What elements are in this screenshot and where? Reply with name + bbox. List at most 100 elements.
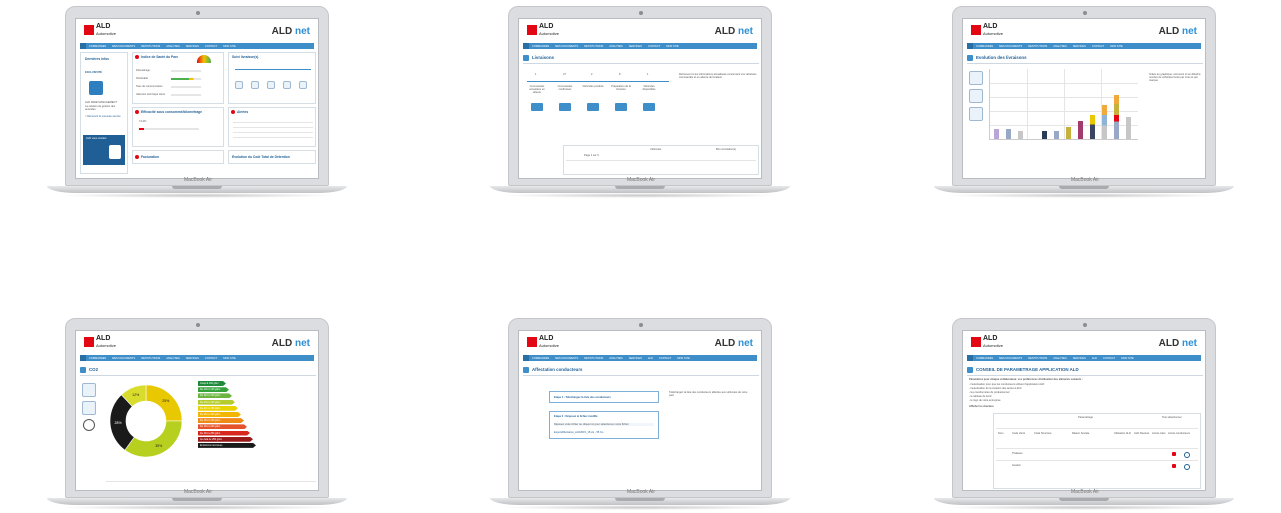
- nav-item[interactable]: ANALYSES: [1050, 43, 1070, 48]
- nav-item[interactable]: COMMANDES: [86, 355, 109, 360]
- nav-item[interactable]: MON SITE: [1118, 355, 1137, 360]
- nav-item[interactable]: COMMANDES: [973, 43, 996, 48]
- nav-item[interactable]: ANALYSES: [163, 355, 183, 360]
- laptop-notch: [1059, 186, 1109, 189]
- donut-hole: [127, 402, 165, 440]
- alert-icon: [135, 55, 139, 59]
- step-count: 1: [647, 73, 649, 76]
- delivery-title: Suivi livraison(s): [232, 55, 259, 59]
- nav-item[interactable]: COMMANDES: [529, 355, 552, 360]
- nav-item[interactable]: SERVICES: [626, 355, 645, 360]
- bar-chart-icon[interactable]: [82, 401, 96, 415]
- nav-item[interactable]: MON SITE: [663, 43, 682, 48]
- globe-icon[interactable]: [82, 383, 96, 397]
- step1-box[interactable]: Etape 1 : Téléchargez la liste des condu…: [549, 391, 659, 403]
- nav-item[interactable]: ANALYSES: [606, 43, 626, 48]
- nav-item[interactable]: MES DOCUMENTS: [996, 43, 1025, 48]
- nav-item[interactable]: MON SITE: [220, 43, 239, 48]
- nav-item[interactable]: SERVICES: [1070, 43, 1089, 48]
- laptop-lid: ALD Automotive ALD net COMMANDES MES DOC…: [508, 6, 772, 186]
- step-button[interactable]: [531, 103, 543, 111]
- chart-icon[interactable]: [969, 71, 983, 85]
- structure-checkbox-label[interactable]: Afficher la structure: [969, 405, 994, 408]
- table-side-label[interactable]: Tout sélectionner: [1162, 416, 1182, 419]
- main-nav: COMMANDES MES DOCUMENTS RESTITUTIONS ANA…: [967, 43, 1201, 49]
- device-label: MacBook Air: [1070, 489, 1100, 495]
- nav-item[interactable]: MES DOCUMENTS: [996, 355, 1025, 360]
- nav-item[interactable]: RESTITUTIONS: [1025, 355, 1050, 360]
- news-link[interactable]: > Découvrir le nouveau service: [85, 115, 121, 118]
- delete-icon[interactable]: [1172, 464, 1176, 468]
- nav-item[interactable]: MON SITE: [674, 355, 693, 360]
- nav-item[interactable]: CONTACT: [656, 355, 674, 360]
- nav-item[interactable]: RESTITUTIONS: [581, 43, 606, 48]
- nav-item[interactable]: COMMANDES: [86, 43, 109, 48]
- step-icon[interactable]: [235, 81, 243, 89]
- nav-item[interactable]: MES DOCUMENTS: [109, 43, 138, 48]
- nav-item[interactable]: COMMANDES: [973, 355, 996, 360]
- table-row[interactable]: Gestion: [1012, 464, 1021, 467]
- step-icon[interactable]: [283, 81, 291, 89]
- nav-item[interactable]: CONTACT: [202, 355, 220, 360]
- product-name: ALD net: [271, 338, 310, 349]
- table-row[interactable]: Thalasso: [1012, 452, 1023, 455]
- gauge-icon: [197, 55, 211, 63]
- drop-zone[interactable]: Déposez votre fichier ou cliquez ici pou…: [554, 423, 654, 426]
- invoices-panel: Facturation: [132, 150, 224, 164]
- nav-item[interactable]: MON SITE: [1107, 43, 1126, 48]
- logo-text: ALD: [539, 335, 554, 342]
- health-row-bar: [171, 94, 201, 96]
- contact-card[interactable]: ALD vous contact: [83, 135, 125, 165]
- step-icon[interactable]: [251, 81, 259, 89]
- circle-icon[interactable]: [83, 419, 95, 431]
- nav-item[interactable]: COMMANDES: [529, 43, 552, 48]
- nav-item[interactable]: MES DOCUMENTS: [552, 43, 581, 48]
- camera: [196, 11, 200, 15]
- nav-item[interactable]: MES DOCUMENTS: [109, 355, 138, 360]
- nav-item[interactable]: SERVICES: [1070, 355, 1089, 360]
- nav-item[interactable]: MON SITE: [220, 355, 239, 360]
- nav-item[interactable]: RESTITUTIONS: [138, 355, 163, 360]
- search-icon[interactable]: [1184, 452, 1190, 458]
- step-button[interactable]: [559, 103, 571, 111]
- efficiency-value: 74.2%: [139, 120, 147, 123]
- laptop-notch: [172, 498, 222, 501]
- step-button[interactable]: [643, 103, 655, 111]
- delete-icon[interactable]: [1172, 452, 1176, 456]
- nav-item[interactable]: SERVICES: [183, 43, 202, 48]
- bar-chart-icon[interactable]: [969, 107, 983, 121]
- nav-item[interactable]: MES DOCUMENTS: [552, 355, 581, 360]
- stacked-chart: [989, 69, 1138, 140]
- laptop-shadow: [57, 505, 337, 510]
- bar: [1090, 115, 1095, 139]
- co2-legend-item: De 121 à 130 g/km: [198, 393, 232, 398]
- product-name: ALD net: [714, 26, 753, 37]
- nav-item[interactable]: ALD: [645, 355, 656, 360]
- title-underline: [80, 375, 316, 376]
- nav-item[interactable]: RESTITUTIONS: [581, 355, 606, 360]
- nav-item[interactable]: ANALYSES: [1050, 355, 1070, 360]
- nav-item[interactable]: RESTITUTIONS: [138, 43, 163, 48]
- nav-item[interactable]: ANALYSES: [163, 43, 183, 48]
- nav-item[interactable]: ANALYSES: [606, 355, 626, 360]
- nav-item[interactable]: CONTACT: [1100, 355, 1118, 360]
- step-icon[interactable]: [267, 81, 275, 89]
- pager[interactable]: Page 1 sur 9: [584, 154, 599, 157]
- nav-item[interactable]: CONTACT: [202, 43, 220, 48]
- search-icon[interactable]: [1184, 464, 1190, 470]
- nav-item[interactable]: CONTACT: [645, 43, 663, 48]
- bar: [1006, 129, 1011, 139]
- step-button[interactable]: [587, 103, 599, 111]
- step-button[interactable]: [615, 103, 627, 111]
- laptop-notch: [615, 186, 665, 189]
- nav-item[interactable]: CONTACT: [1089, 43, 1107, 48]
- step-icon[interactable]: [299, 81, 307, 89]
- co2-legend-item: De 161 à 190 g/km: [198, 418, 244, 423]
- camera: [196, 323, 200, 327]
- nav-item[interactable]: ALD: [1089, 355, 1100, 360]
- nav-item[interactable]: SERVICES: [626, 43, 645, 48]
- nav-item[interactable]: RESTITUTIONS: [1025, 43, 1050, 48]
- nav-item[interactable]: SERVICES: [183, 355, 202, 360]
- uploaded-file[interactable]: ExportAffectation_ALD2015_15.xls - 55 Ko: [554, 431, 603, 434]
- table-icon[interactable]: [969, 89, 983, 103]
